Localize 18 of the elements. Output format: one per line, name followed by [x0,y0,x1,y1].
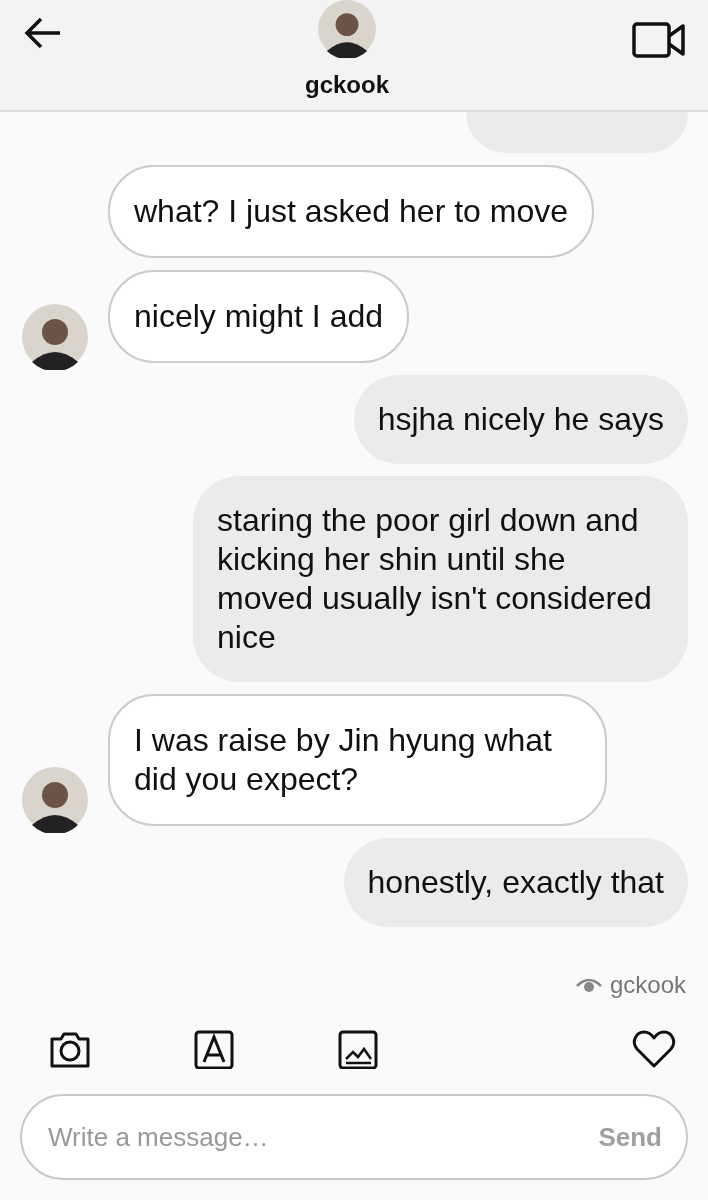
message-bubble: what? I just asked her to move [108,165,594,258]
seen-by-label: gckook [609,971,686,999]
avatar [22,767,88,833]
video-call-button[interactable] [632,22,686,58]
message-bubble: nicely might I add [108,270,409,363]
send-button[interactable]: Send [598,1121,662,1153]
message-bubble: I was raise by Jin hyung what did you expect? [108,694,607,826]
avatar [318,0,376,58]
avatar [22,304,88,370]
message-bubble: staring the poor girl down and kicking her shin until she moved usually isn't considered nice [193,476,688,682]
message-bubble: honestly, exactly that [343,838,688,927]
username: gckook [305,71,389,99]
message-bubble: hsjha nicely he says [353,375,688,464]
message-field[interactable]: Write a message… Send [20,1094,688,1180]
gallery-button[interactable] [336,1029,380,1072]
text-style-button[interactable] [192,1029,236,1072]
back-button[interactable] [24,16,62,50]
eye-icon [575,977,602,993]
